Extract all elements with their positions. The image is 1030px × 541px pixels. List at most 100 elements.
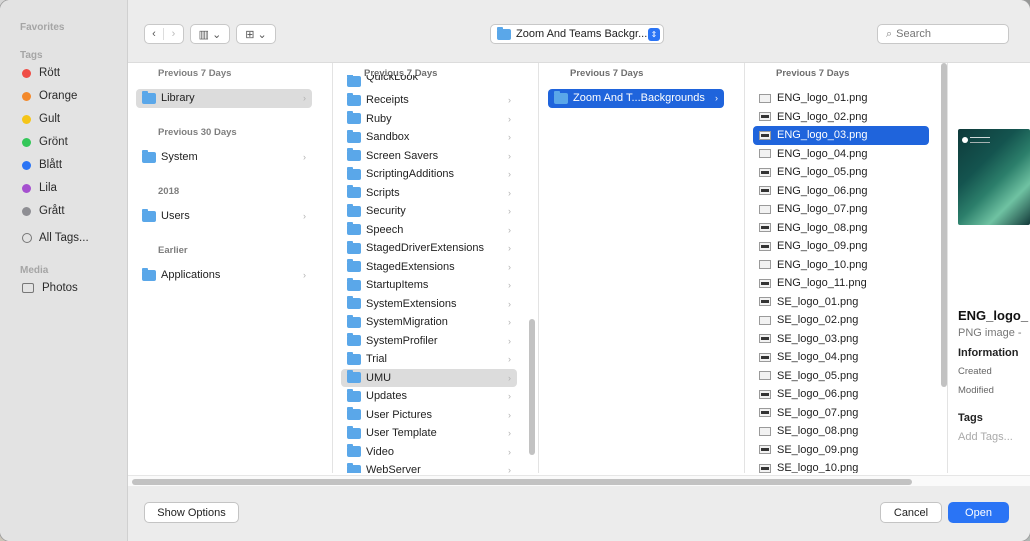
folder-row[interactable]: Ruby › <box>341 110 517 129</box>
horizontal-scrollbar[interactable] <box>132 479 912 485</box>
folder-row[interactable]: Trial › <box>341 350 517 369</box>
column-2-scrollbar[interactable] <box>529 319 535 455</box>
folder-label: QuickLook <box>366 75 418 83</box>
back-button[interactable]: ‹ <box>145 28 165 40</box>
folder-row[interactable]: Applications › <box>136 266 312 285</box>
folder-row[interactable]: StartupItems › <box>341 276 517 295</box>
file-label: ENG_logo_04.png <box>777 147 868 160</box>
open-button[interactable]: Open <box>948 502 1009 523</box>
column-header: Previous 7 Days <box>570 68 644 79</box>
tag-item[interactable]: Rött <box>22 63 122 83</box>
folder-row[interactable]: Sandbox › <box>341 128 517 147</box>
tag-item[interactable]: Blått <box>22 155 122 175</box>
add-tags-field[interactable]: Add Tags... <box>958 431 1013 443</box>
file-row[interactable]: ENG_logo_08.png <box>753 219 929 238</box>
folder-row[interactable]: StagedDriverExtensions › <box>341 239 517 258</box>
all-tags-item[interactable]: All Tags... <box>22 228 122 248</box>
png-file-icon <box>759 167 771 177</box>
file-row[interactable]: ENG_logo_01.png <box>753 89 929 108</box>
tag-item[interactable]: Orange <box>22 86 122 106</box>
file-row[interactable]: SE_logo_04.png <box>753 348 929 367</box>
tag-item[interactable]: Grått <box>22 201 122 221</box>
folder-label: Library <box>161 92 195 105</box>
tag-color-icon <box>22 160 31 170</box>
forward-button[interactable]: › <box>164 28 183 40</box>
folder-label: Speech <box>366 223 404 236</box>
tag-item[interactable]: Grönt <box>22 132 122 152</box>
file-row[interactable]: SE_logo_01.png <box>753 293 929 312</box>
folder-row[interactable]: SystemProfiler › <box>341 332 517 351</box>
folder-row[interactable]: Users › <box>136 207 312 226</box>
file-row[interactable]: ENG_logo_07.png <box>753 200 929 219</box>
folder-row[interactable]: SystemExtensions › <box>341 295 517 314</box>
png-file-icon <box>759 445 771 455</box>
file-row[interactable]: ENG_logo_06.png <box>753 182 929 201</box>
file-row[interactable]: ENG_logo_09.png <box>753 237 929 256</box>
tag-color-icon <box>22 114 31 124</box>
folder-row[interactable]: Video › <box>341 443 517 462</box>
chevron-right-icon: › <box>303 152 306 163</box>
toolbar: ‹ › ▥ ⌄ ⊞ ⌄ Zoom And Teams Backgr... ⇕ ⌕ <box>128 0 1030 62</box>
file-row[interactable]: SE_logo_09.png <box>753 441 929 460</box>
folder-icon <box>347 314 361 328</box>
cancel-button[interactable]: Cancel <box>880 502 942 523</box>
popup-chevron-icon: ⇕ <box>648 28 660 41</box>
chevron-right-icon: › <box>508 317 511 328</box>
tag-item[interactable]: Gult <box>22 109 122 129</box>
search-input[interactable] <box>896 28 997 40</box>
folder-row[interactable]: Screen Savers › <box>341 147 517 166</box>
folder-row[interactable]: Speech › <box>341 221 517 240</box>
folder-row[interactable]: Scripts › <box>341 184 517 203</box>
file-row[interactable]: ENG_logo_11.png <box>753 274 929 293</box>
file-row[interactable]: ENG_logo_04.png <box>753 145 929 164</box>
folder-row[interactable]: ScriptingAdditions › <box>341 165 517 184</box>
folder-row[interactable]: StagedExtensions › <box>341 258 517 277</box>
chevron-right-icon: › <box>508 150 511 161</box>
search-field[interactable]: ⌕ <box>877 24 1009 44</box>
folder-row[interactable]: Library › <box>136 89 312 108</box>
group-header: 2018 <box>158 186 180 197</box>
file-row[interactable]: ENG_logo_03.png <box>753 126 929 145</box>
folder-row[interactable]: WebServer › <box>341 461 517 473</box>
file-row[interactable]: ENG_logo_10.png <box>753 256 929 275</box>
chevron-right-icon: › <box>508 187 511 198</box>
folder-row[interactable]: Security › <box>341 202 517 221</box>
folder-row[interactable]: UMU › <box>341 368 517 387</box>
file-label: ENG_logo_01.png <box>777 92 868 105</box>
tag-item[interactable]: Lila <box>22 178 122 198</box>
column-4-scrollbar[interactable] <box>941 63 947 387</box>
view-mode-button[interactable]: ▥ ⌄ <box>190 24 230 44</box>
file-row[interactable]: SE_logo_02.png <box>753 311 929 330</box>
folder-row[interactable]: Updates › <box>341 387 517 406</box>
file-label: SE_logo_09.png <box>777 443 859 456</box>
folder-row-partial[interactable]: QuickLook <box>341 75 517 87</box>
folder-row[interactable]: Receipts › <box>341 91 517 110</box>
folder-row[interactable]: Zoom And T...Backgrounds › <box>548 89 724 108</box>
chevron-right-icon: › <box>508 335 511 346</box>
favorites-header: Favorites <box>20 22 65 33</box>
file-row[interactable]: SE_logo_06.png <box>753 385 929 404</box>
file-label: SE_logo_02.png <box>777 314 859 327</box>
file-row[interactable]: SE_logo_07.png <box>753 404 929 423</box>
folder-icon <box>347 166 361 180</box>
folder-row[interactable]: User Pictures › <box>341 406 517 425</box>
path-popup[interactable]: Zoom And Teams Backgr... ⇕ <box>490 24 664 44</box>
file-row[interactable]: SE_logo_08.png <box>753 422 929 441</box>
folder-row[interactable]: SystemMigration › <box>341 313 517 332</box>
folder-icon <box>142 149 156 163</box>
file-label: SE_logo_06.png <box>777 388 859 401</box>
back-forward-control: ‹ › <box>144 24 184 44</box>
folder-row[interactable]: User Template › <box>341 424 517 443</box>
file-row[interactable]: SE_logo_05.png <box>753 367 929 386</box>
file-row[interactable]: ENG_logo_05.png <box>753 163 929 182</box>
photos-item[interactable]: Photos <box>22 278 122 298</box>
folder-row[interactable]: System › <box>136 148 312 167</box>
folder-label: ScriptingAdditions <box>366 168 455 181</box>
folder-icon <box>347 185 361 199</box>
file-row[interactable]: ENG_logo_02.png <box>753 108 929 127</box>
file-row[interactable]: SE_logo_03.png <box>753 330 929 349</box>
file-row[interactable]: SE_logo_10.png <box>753 459 929 473</box>
show-options-button[interactable]: Show Options <box>144 502 239 523</box>
folder-label: Applications <box>161 269 221 282</box>
group-button[interactable]: ⊞ ⌄ <box>236 24 276 44</box>
